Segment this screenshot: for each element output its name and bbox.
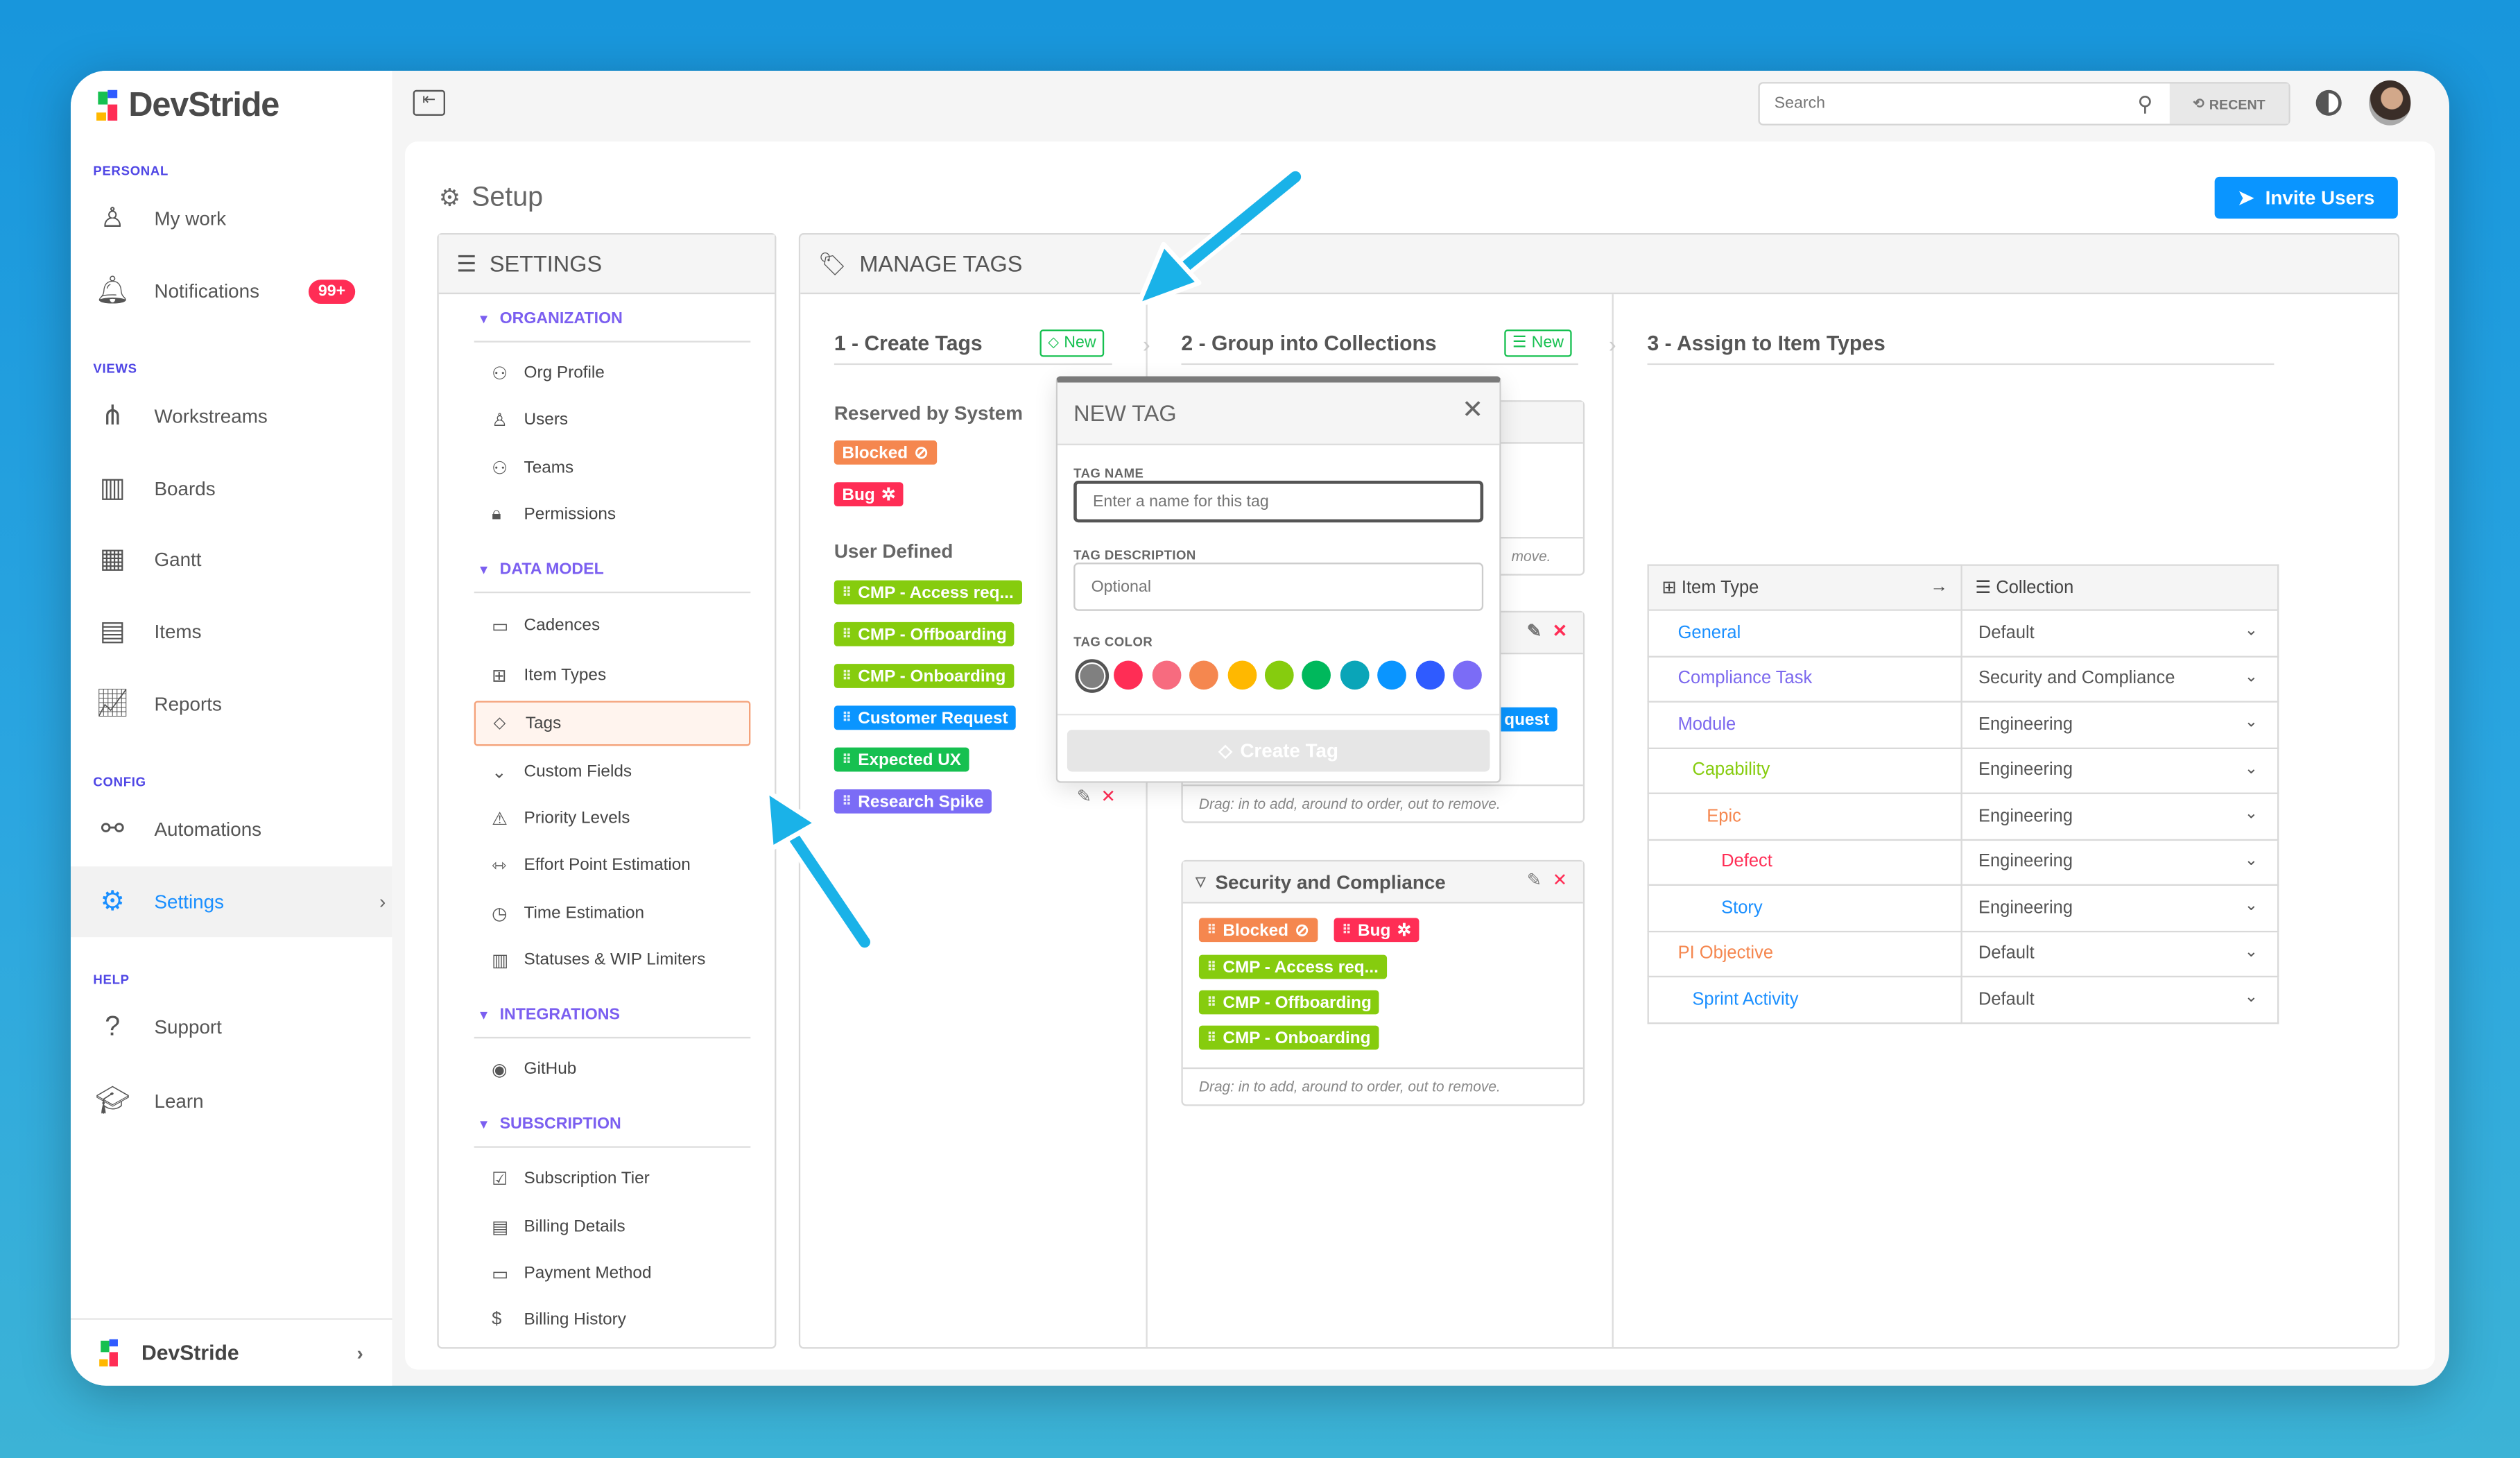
arrow-pointing-to-tags-setting [764,788,874,952]
annotation-arrows [764,167,1305,952]
arrow-pointing-to-new-tag [1135,167,1305,308]
